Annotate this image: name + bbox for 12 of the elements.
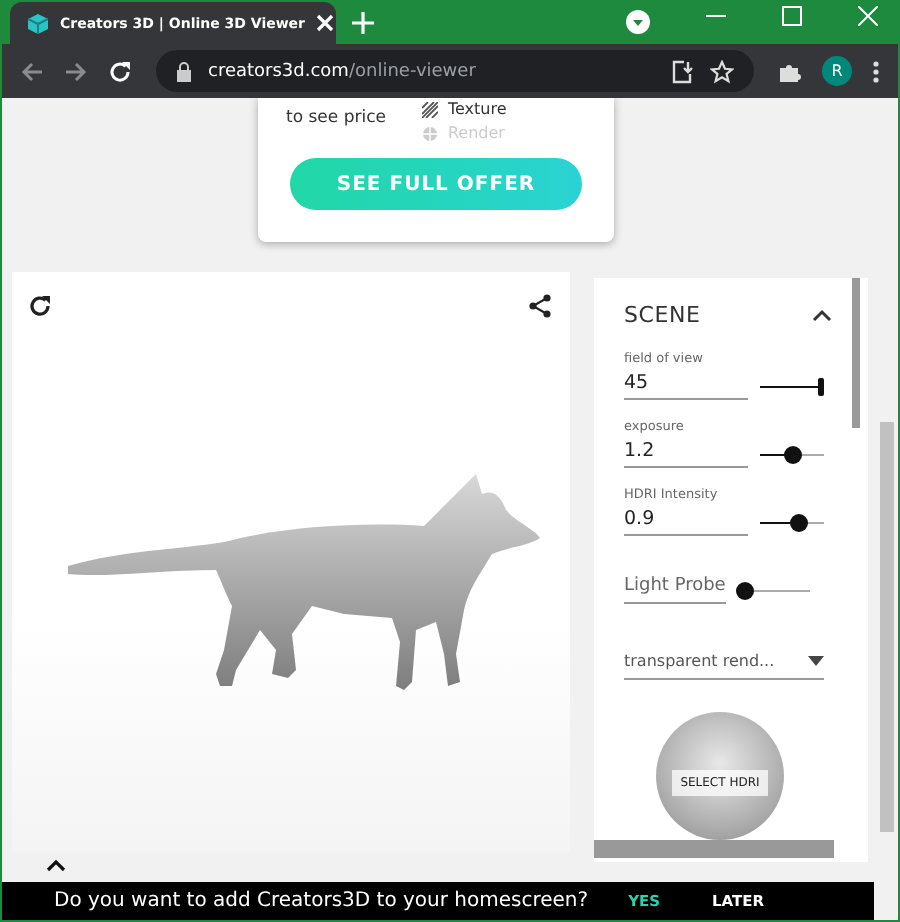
banner-message: Do you want to add Creators3D to your homescreen?	[54, 890, 589, 912]
profile-avatar[interactable]: R	[822, 56, 852, 86]
price-note: to see price	[286, 108, 386, 132]
value-field[interactable]: 0.9	[624, 508, 748, 536]
value-field[interactable]: 45	[624, 372, 748, 400]
url-text: creators3d.com/online-viewer	[208, 61, 476, 81]
panel-title: SCENE	[624, 302, 701, 328]
feature-item: Texture	[421, 100, 507, 118]
toggle-label: Light Probe	[624, 576, 726, 604]
value-field[interactable]: 1.2	[624, 440, 748, 468]
render-mode-dropdown[interactable]: transparent rend...	[624, 652, 824, 680]
address-bar[interactable]: creators3d.com/online-viewer	[156, 50, 754, 92]
